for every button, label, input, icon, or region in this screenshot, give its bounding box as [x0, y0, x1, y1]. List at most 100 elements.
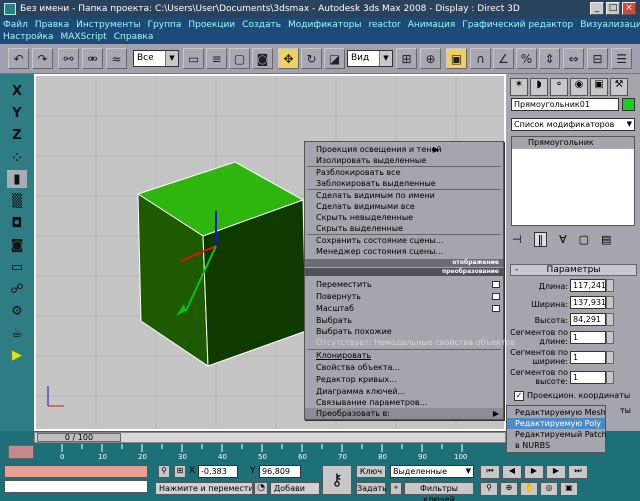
next-frame-icon[interactable]: ▶ — [546, 465, 566, 479]
unlink-icon[interactable]: ⚮ — [82, 48, 103, 69]
maximize-button[interactable]: □ — [606, 2, 620, 15]
render-icon[interactable]: ☕ — [7, 324, 27, 342]
manipulate-icon[interactable]: ⊕ — [420, 48, 441, 69]
menu-graph-editors[interactable]: Графический редактор — [462, 20, 573, 30]
mirror-icon[interactable]: ⇔ — [563, 48, 584, 69]
mapping-checkbox[interactable]: ✓ — [514, 391, 524, 401]
time-slider-thumb[interactable]: 0 / 100 — [37, 433, 121, 442]
remove-modifier-icon[interactable]: ▢ — [579, 233, 589, 246]
selection-filter-dropdown[interactable]: Все ▼ — [133, 50, 179, 67]
menu-item-scale[interactable]: Масштаб — [305, 303, 503, 314]
snaps-icon[interactable]: ∩ — [470, 48, 491, 69]
menu-views[interactable]: Проекции — [188, 20, 235, 30]
pivot-center-icon[interactable]: ⊞ — [396, 48, 417, 69]
percent-snap-icon[interactable]: % — [516, 48, 537, 69]
array-icon[interactable]: ▒ — [7, 192, 27, 210]
configure-sets-icon[interactable]: ▤ — [601, 233, 611, 246]
display-tab-icon[interactable]: ▣ — [590, 78, 608, 96]
pan-icon[interactable]: ✋ — [520, 482, 538, 496]
modifier-list-dropdown[interactable]: Список модификаторов ▼ — [511, 118, 635, 131]
menu-item-hide-unselected[interactable]: Скрыть невыделенные — [305, 212, 503, 223]
align-icon[interactable]: ⊟ — [587, 48, 608, 69]
menu-item-dope-sheet[interactable]: Диаграмма ключей... — [305, 386, 503, 397]
menu-item-object-properties[interactable]: Свойства объекта... — [305, 362, 503, 373]
length-field[interactable]: 117,241 — [570, 279, 606, 292]
width-segs-field[interactable]: 1 — [570, 351, 606, 364]
restrict-y-icon[interactable]: Y — [7, 104, 27, 122]
selection-lock-icon[interactable]: ⚲ — [158, 465, 170, 478]
menu-item-rotate[interactable]: Повернуть — [305, 291, 503, 302]
menu-item-unhide-by-name[interactable]: Сделать видимым по имени — [305, 190, 503, 201]
motion-tab-icon[interactable]: ◉ — [570, 78, 588, 96]
goto-start-icon[interactable]: ⏮ — [480, 465, 500, 479]
x-coordinate-field[interactable]: -0,383 — [198, 465, 238, 478]
width-field[interactable]: 137,931 — [570, 296, 606, 309]
object-color-swatch[interactable] — [622, 98, 635, 111]
zoom-all-icon[interactable]: ⊕ — [500, 482, 518, 496]
set-key-button[interactable]: Задать — [356, 482, 387, 495]
key-filters-button[interactable]: Фильтры ключей — [404, 482, 474, 501]
submenu-editable-patch[interactable]: Редактируемый Patch — [507, 429, 607, 440]
schematic-view-icon[interactable]: ⚙ — [7, 302, 27, 320]
material-editor-icon[interactable]: ⁘ — [7, 148, 27, 166]
menu-item-wire-parameters[interactable]: Связывание параметров... — [305, 397, 503, 408]
menu-item-isolate[interactable]: Изолировать выделенные — [305, 155, 503, 166]
curve-editor-icon[interactable]: ☍ — [7, 280, 27, 298]
auto-key-button[interactable]: Ключ — [356, 465, 386, 478]
layer-manager-icon[interactable]: ☰ — [611, 48, 632, 69]
spinner-snap-icon[interactable]: ⇕ — [539, 48, 560, 69]
show-end-result-icon[interactable]: ‖ — [533, 231, 548, 247]
menu-item-select-similar[interactable]: Выбрать похожие — [305, 326, 503, 337]
selection-region-icon[interactable]: ▢ — [229, 48, 250, 69]
hierarchy-tab-icon[interactable]: ⚬ — [550, 78, 568, 96]
menu-animation[interactable]: Анимация — [408, 20, 456, 30]
key-filter-icon[interactable]: ⚬ — [390, 482, 402, 495]
angle-snap-icon[interactable]: ∠ — [493, 48, 514, 69]
utilities-tab-icon[interactable]: ⚒ — [610, 78, 628, 96]
height-segs-field[interactable]: 1 — [570, 371, 606, 384]
length-segs-spinner[interactable] — [606, 331, 614, 344]
make-unique-icon[interactable]: ∀ — [559, 233, 567, 246]
rotate-icon[interactable]: ↻ — [301, 48, 322, 69]
redo-icon[interactable]: ↷ — [32, 48, 53, 69]
key-mode-dropdown[interactable]: Выделенные ▼ — [390, 465, 474, 478]
zoom-icon[interactable]: ⚲ — [480, 482, 498, 496]
maximize-viewport-icon[interactable]: ▣ — [560, 482, 578, 496]
window-crossing-icon[interactable]: ◙ — [252, 48, 273, 69]
snapshot-icon[interactable]: ◘ — [7, 214, 27, 232]
play-icon[interactable]: ▶ — [7, 346, 27, 364]
pin-stack-icon[interactable]: ⊣ — [512, 233, 522, 246]
menu-group[interactable]: Группа — [148, 20, 182, 30]
prev-frame-icon[interactable]: ◀ — [502, 465, 522, 479]
menu-edit[interactable]: Правка — [35, 20, 69, 30]
ruler-icon[interactable]: ▭ — [7, 258, 27, 276]
settings-box-icon[interactable] — [492, 293, 500, 300]
keyboard-shortcut-icon[interactable]: ▣ — [446, 48, 467, 69]
menu-create[interactable]: Создать — [242, 20, 281, 30]
select-by-name-icon[interactable]: ≡ — [206, 48, 227, 69]
minimize-button[interactable]: _ — [590, 2, 604, 15]
menu-item-light-shadows[interactable]: Проекция освещения и теней ▶ — [305, 144, 503, 155]
scale-icon[interactable]: ◪ — [324, 48, 345, 69]
menu-item-clone[interactable]: Клонировать — [305, 350, 503, 361]
width-segs-spinner[interactable] — [606, 351, 614, 364]
render-setup-icon[interactable]: ▮ — [7, 170, 27, 188]
menu-item-select[interactable]: Выбрать — [305, 315, 503, 326]
menu-item-hide-selection[interactable]: Скрыть выделенные — [305, 223, 503, 234]
mini-listener-toggle[interactable] — [8, 445, 34, 459]
restrict-x-icon[interactable]: X — [7, 82, 27, 100]
height-field[interactable]: 84,291 — [570, 313, 606, 326]
bind-spacewarp-icon[interactable]: ≈ — [106, 48, 127, 69]
move-icon[interactable]: ✥ — [278, 48, 299, 69]
orbit-icon[interactable]: ◎ — [540, 482, 558, 496]
menu-item-save-scene-state[interactable]: Сохранить состояние сцены... — [305, 235, 503, 246]
menu-item-unhide-all[interactable]: Сделать видимыми все — [305, 201, 503, 212]
create-tab-icon[interactable]: ✶ — [510, 78, 528, 96]
settings-box-icon[interactable] — [492, 281, 500, 288]
time-tag-icon[interactable]: ◔ — [254, 482, 268, 495]
submenu-nurbs[interactable]: в NURBS — [507, 440, 605, 451]
menu-item-move[interactable]: Переместить — [305, 279, 503, 290]
time-slider-track[interactable]: 0 / 100 — [34, 432, 506, 443]
stack-item[interactable]: Прямоугольник — [512, 137, 634, 149]
submenu-editable-mesh[interactable]: Редактируемую Mesh — [507, 407, 606, 418]
